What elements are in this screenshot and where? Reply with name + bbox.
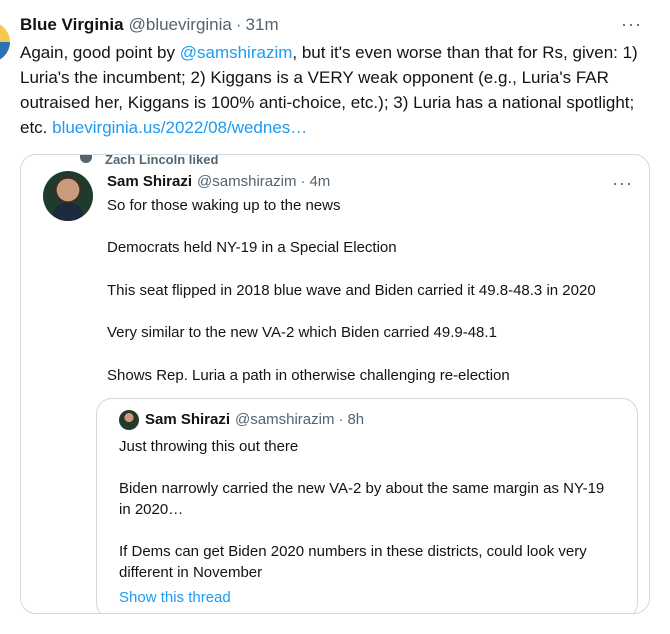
quote-paragraph: This seat flipped in 2018 blue wave and … <box>107 282 596 299</box>
heart-icon <box>80 155 92 163</box>
avatar[interactable] <box>43 171 93 221</box>
quote-paragraph: So for those waking up to the news <box>107 197 341 214</box>
quote-time[interactable]: 4m <box>309 173 330 190</box>
author-handle[interactable]: @bluevirginia <box>129 15 232 35</box>
tweet-text-part: Again, good point by <box>20 43 180 62</box>
quote-paragraph: Shows Rep. Luria a path in otherwise cha… <box>107 367 510 384</box>
nested-paragraph: If Dems can get Biden 2020 numbers in th… <box>119 543 587 581</box>
separator-dot: · <box>300 173 306 190</box>
quote-author-name[interactable]: Sam Shirazi <box>107 173 192 190</box>
article-link[interactable]: bluevirginia.us/2022/08/wednes… <box>52 118 307 137</box>
nested-header: Sam Shirazi @samshirazim · 8h <box>145 411 364 428</box>
social-context[interactable]: Zach Lincoln liked <box>105 155 218 167</box>
quote-paragraph: Very similar to the new VA-2 which Biden… <box>107 324 497 341</box>
quote-header: Sam Shirazi @samshirazim · 4m <box>107 173 330 190</box>
nested-paragraph: Biden narrowly carried the new VA-2 by a… <box>119 480 605 518</box>
separator-dot: · <box>235 15 242 34</box>
nested-time[interactable]: 8h <box>347 411 364 428</box>
quote-paragraph: Democrats held NY-19 in a Special Electi… <box>107 239 397 256</box>
separator-dot: · <box>338 411 344 428</box>
tweet-text: Again, good point by @samshirazim, but i… <box>20 40 655 140</box>
quote-author-handle[interactable]: @samshirazim <box>197 173 296 190</box>
more-options-icon[interactable]: ··· <box>612 173 633 194</box>
author-avatar[interactable] <box>0 22 10 62</box>
tweet-time[interactable]: 31m <box>246 15 279 35</box>
author-name[interactable]: Blue Virginia <box>20 15 124 35</box>
mention-link[interactable]: @samshirazim <box>180 43 293 62</box>
tweet-header: Blue Virginia @bluevirginia · 31m ··· <box>20 12 650 38</box>
more-options-icon[interactable]: ··· <box>621 14 642 35</box>
nested-paragraph: Just throwing this out there <box>119 438 299 455</box>
show-thread-link[interactable]: Show this thread <box>119 589 231 606</box>
nested-author-name[interactable]: Sam Shirazi <box>145 411 230 428</box>
nested-author-handle[interactable]: @samshirazim <box>235 411 334 428</box>
avatar[interactable] <box>119 410 139 430</box>
